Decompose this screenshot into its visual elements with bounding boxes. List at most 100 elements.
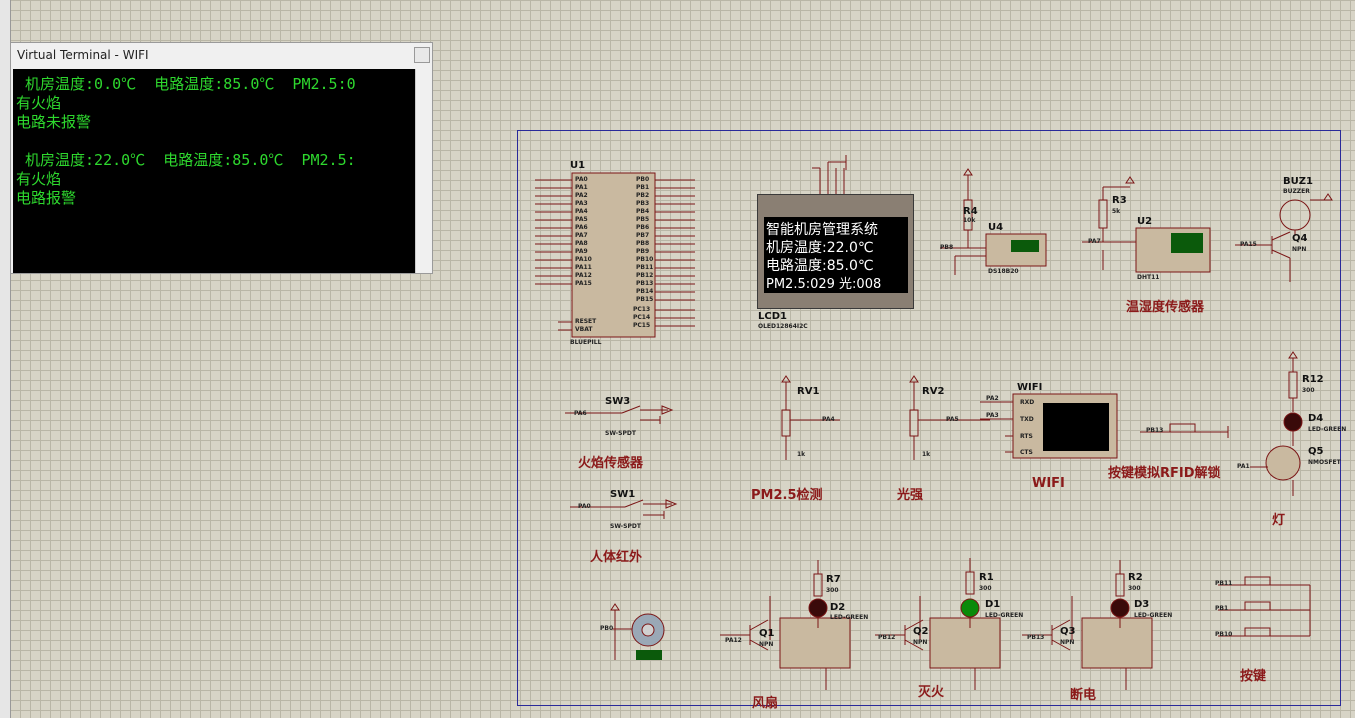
u1-pin-label-right: PB10 [636, 256, 654, 263]
label-temp-humidity: 温湿度传感器 [1126, 300, 1205, 315]
q1-net: PA12 [725, 637, 742, 644]
u1-pin-label-left: PA0 [575, 176, 588, 183]
d3-part: LED-GREEN [1134, 612, 1173, 619]
u1-pin-label-left: PA5 [575, 216, 588, 223]
terminal-line: 机房温度:0.0℃ 电路温度:85.0℃ PM2.5:0 [16, 75, 356, 93]
sw3-part: SW-SPDT [605, 430, 636, 437]
sw3-ref: SW3 [605, 396, 631, 407]
u1-pin-label-right: PB12 [636, 272, 654, 279]
u1-pin-label-right: PB5 [636, 216, 650, 223]
d1-ref: D1 [985, 599, 1001, 610]
rv2-value: 1k [922, 451, 931, 458]
rfid-key-net: PB13 [1146, 427, 1164, 434]
key-net-pb11: PB11 [1215, 580, 1233, 587]
u1-ref: U1 [570, 160, 586, 171]
wifi-pin-rts: RTS [1020, 433, 1033, 440]
lcd-line-4: PM2.5:029 光:008 [766, 277, 882, 292]
key-net-pb1: PB1 [1215, 605, 1229, 612]
wifi-net-pa2: PA2 [986, 395, 999, 402]
u1-right-pins [655, 179, 695, 327]
d2-ref: D2 [830, 602, 846, 613]
lcd-line-1: 智能机房管理系统 [766, 222, 878, 238]
key-net-pb10: PB10 [1215, 631, 1233, 638]
sw1-net: PA0 [578, 503, 591, 510]
u1-pin-label-right: PB13 [636, 280, 654, 287]
r7-ref: R7 [826, 574, 841, 585]
u2-part: DHT11 [1137, 274, 1160, 281]
q2-net: PB12 [878, 634, 896, 641]
lcd-line-3: 电路温度:85.0℃ [766, 258, 874, 274]
u1-pin-label-left: PA15 [575, 280, 592, 287]
u1-pin-label-left: PA4 [575, 208, 588, 215]
u1-pin-label-right: PB6 [636, 224, 650, 231]
motor-net: PB0 [600, 625, 614, 632]
r7-value: 300 [826, 587, 839, 594]
q3-ref: Q3 [1060, 626, 1076, 637]
u1-pin-label-right: PB14 [636, 288, 654, 295]
u1-pin-label-left: PA2 [575, 192, 588, 199]
u4-ref: U4 [988, 222, 1004, 233]
u1-pin-label-right: PB0 [636, 176, 650, 183]
u4-part: DS18B20 [988, 268, 1019, 275]
u1-pin-label-right: PB1 [636, 184, 650, 191]
terminal-title: Virtual Terminal - WIFI [17, 48, 149, 62]
q1-ref: Q1 [759, 628, 775, 639]
terminal-close-button[interactable] [414, 47, 430, 63]
q2-ref: Q2 [913, 626, 929, 637]
u1-pin-label-left: PA3 [575, 200, 588, 207]
label-wifi: WIFI [1032, 476, 1065, 491]
rv1-value: 1k [797, 451, 806, 458]
terminal-line: 电路未报警 [16, 113, 92, 131]
u1-pin-label-right: PB8 [636, 240, 650, 247]
u1-pin-label-left: PA10 [575, 256, 592, 263]
q3-net: PB13 [1027, 634, 1045, 641]
rv2-ref: RV2 [922, 386, 945, 397]
q5-net: PA1 [1237, 463, 1250, 470]
sw3-net: PA6 [574, 410, 587, 417]
r2-ref: R2 [1128, 572, 1143, 583]
wifi-pin-cts: CTS [1020, 449, 1033, 456]
d2-part: LED-GREEN [830, 614, 869, 621]
label-fan: 风扇 [752, 696, 779, 711]
u1-left-pins [535, 179, 572, 331]
u1-pin-label-left: PA12 [575, 272, 592, 279]
lcd-screen: 智能机房管理系统 机房温度:22.0℃ 电路温度:85.0℃ PM2.5:029… [764, 217, 908, 293]
rv2-net: PA5 [946, 416, 959, 423]
lcd-part: OLED12864I2C [758, 323, 808, 330]
r4-value: 10k [963, 217, 976, 224]
u1-pin-label-left: PA6 [575, 224, 588, 231]
lcd-ref: LCD1 [758, 311, 787, 322]
r1-value: 300 [979, 585, 992, 592]
oled-lcd-module: 智能机房管理系统 机房温度:22.0℃ 电路温度:85.0℃ PM2.5:029… [757, 194, 914, 309]
buz1-part: BUZZER [1283, 188, 1310, 195]
wifi-ref: WIFI [1017, 382, 1043, 393]
r12-value: 300 [1302, 387, 1315, 394]
label-extinguish: 灭火 [918, 685, 945, 700]
u1-pin-label-left: PA7 [575, 232, 588, 239]
buz1-ref: BUZ1 [1283, 176, 1313, 187]
terminal-line: 有火焰 [16, 170, 62, 188]
r12-ref: R12 [1302, 374, 1324, 385]
rv1-ref: RV1 [797, 386, 820, 397]
u2-ref: U2 [1137, 216, 1153, 227]
wifi-pin-txd: TXD [1020, 416, 1034, 423]
terminal-line: 机房温度:22.0℃ 电路温度:85.0℃ PM2.5: [16, 151, 356, 169]
u1-pin-label-right: PB7 [636, 232, 650, 239]
u1-part: BLUEPILL [570, 339, 602, 346]
u1-pin-label-left: RESET [575, 318, 597, 325]
virtual-terminal-window[interactable]: Virtual Terminal - WIFI 机房温度:0.0℃ 电路温度:8… [10, 42, 433, 274]
u1-pin-label-right: PB15 [636, 296, 654, 303]
terminal-scrollbar[interactable] [415, 69, 430, 273]
u1-pin-label-right: PB9 [636, 248, 650, 255]
lcd-line-2: 机房温度:22.0℃ [766, 240, 874, 256]
u1-pin-label-right: PB2 [636, 192, 650, 199]
u1-pin-label-right: PC15 [633, 322, 651, 329]
q1-part: NPN [759, 641, 774, 648]
d1-part: LED-GREEN [985, 612, 1024, 619]
terminal-screen[interactable]: 机房温度:0.0℃ 电路温度:85.0℃ PM2.5:0 有火焰 电路未报警 机… [13, 69, 415, 273]
u1-pin-label-left: PA11 [575, 264, 592, 271]
q5-ref: Q5 [1308, 446, 1324, 457]
wifi-pin-rxd: RXD [1020, 399, 1035, 406]
terminal-line: 电路报警 [16, 189, 77, 207]
r4-ref: R4 [963, 206, 978, 217]
